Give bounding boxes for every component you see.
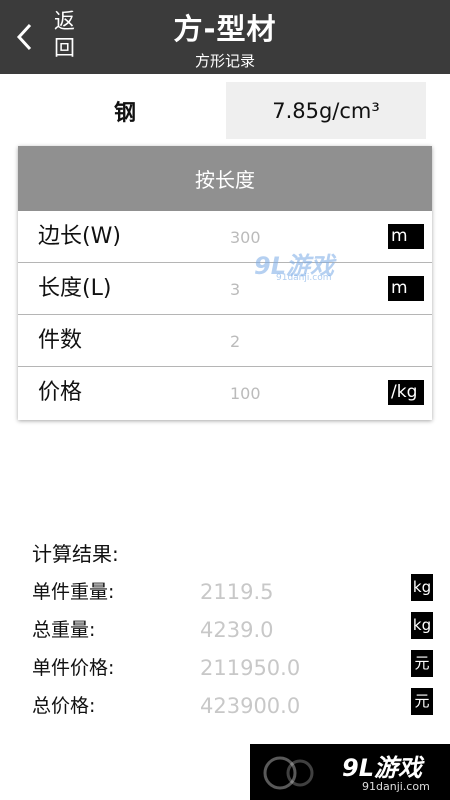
unit-badge[interactable]: m bbox=[388, 224, 424, 249]
watermark-logo: 9L游戏 91danji.com bbox=[254, 246, 364, 286]
result-label: 总重量: bbox=[32, 619, 96, 641]
title-bar: 返回 方-型材 方形记录 bbox=[0, 0, 450, 74]
quantity-input[interactable] bbox=[230, 328, 380, 354]
material-selector[interactable]: 钢 bbox=[25, 82, 225, 139]
field-label: 价格 bbox=[38, 380, 83, 405]
result-value: 423900.0 bbox=[200, 694, 301, 718]
field-row-length: 长度(L) m bbox=[18, 263, 432, 315]
unit-badge[interactable]: /kg bbox=[388, 380, 424, 405]
watermark-url: 91danji.com bbox=[362, 780, 430, 793]
result-label: 单件价格: bbox=[32, 657, 115, 679]
result-label: 单件重量: bbox=[32, 581, 115, 603]
result-label: 总价格: bbox=[32, 695, 96, 717]
result-value: 2119.5 bbox=[200, 580, 274, 604]
field-label: 长度(L) bbox=[38, 276, 112, 301]
page-subtitle: 方形记录 bbox=[194, 52, 255, 70]
result-value: 4239.0 bbox=[200, 618, 274, 642]
input-card: 按长度 边长(W) m 长度(L) m 件数 价格 /kg bbox=[18, 146, 432, 420]
bottom-watermark: 9L游戏 91danji.com bbox=[250, 744, 450, 800]
density-value[interactable]: 7.85g/cm³ bbox=[226, 82, 426, 139]
result-value: 211950.0 bbox=[200, 656, 301, 680]
field-row-side-width: 边长(W) m bbox=[18, 211, 432, 263]
result-unit: kg bbox=[411, 612, 433, 639]
mode-selector[interactable]: 按长度 bbox=[18, 146, 432, 211]
results-title: 计算结果: bbox=[32, 542, 119, 566]
field-row-price: 价格 /kg bbox=[18, 367, 432, 418]
watermark-url: 91danji.com bbox=[276, 273, 332, 283]
watermark-ghost-icon bbox=[263, 756, 314, 790]
page-title: 方-型材 bbox=[173, 12, 277, 46]
unit-badge[interactable]: m bbox=[388, 276, 424, 301]
result-unit: 元 bbox=[411, 650, 433, 677]
field-label: 边长(W) bbox=[38, 224, 121, 249]
result-unit: 元 bbox=[411, 688, 433, 715]
field-label: 件数 bbox=[38, 328, 83, 353]
price-input[interactable] bbox=[230, 380, 380, 406]
result-unit: kg bbox=[411, 574, 433, 601]
watermark-brand: 9L游戏 bbox=[342, 754, 422, 782]
field-row-quantity: 件数 bbox=[18, 315, 432, 367]
